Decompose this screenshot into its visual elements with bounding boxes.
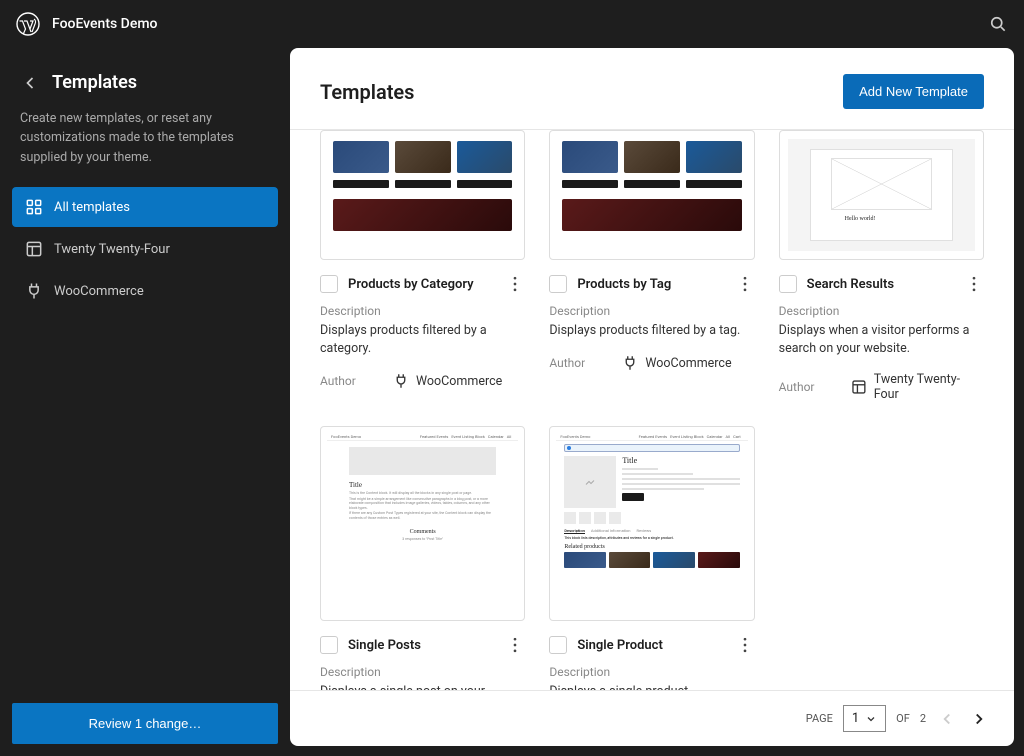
layout-icon (24, 239, 44, 259)
sidebar-item-label: All templates (54, 200, 130, 215)
template-title[interactable]: Single Posts (348, 638, 505, 653)
template-card-products-by-tag: Products by Tag Description Displays pro… (549, 130, 754, 402)
template-card-single-product: FooEvents DemoFeatured EventsEvent Listi… (549, 426, 754, 690)
template-description: Displays a single post on your website u… (320, 683, 525, 690)
description-label: Description (779, 304, 984, 318)
template-author: WooCommerce (621, 354, 731, 372)
template-title[interactable]: Products by Category (348, 277, 505, 292)
template-checkbox[interactable] (779, 275, 797, 293)
review-changes-button[interactable]: Review 1 change… (12, 703, 278, 744)
description-label: Description (320, 304, 525, 318)
template-thumbnail[interactable] (549, 130, 754, 260)
template-title[interactable]: Search Results (807, 277, 964, 292)
template-description: Displays a single product. (549, 683, 754, 690)
page-label: PAGE (806, 712, 833, 725)
of-label: OF (896, 712, 910, 725)
sidebar-item-label: WooCommerce (54, 284, 144, 299)
sidebar: Templates Create new templates, or reset… (0, 48, 290, 756)
sidebar-item-twenty-twenty-four[interactable]: Twenty Twenty-Four (12, 229, 278, 269)
more-icon[interactable] (505, 274, 525, 294)
description-label: Description (549, 304, 754, 318)
sidebar-description: Create new templates, or reset any custo… (12, 109, 278, 187)
topbar: FooEvents Demo (0, 0, 1024, 48)
sidebar-title: Templates (52, 72, 137, 93)
main: Templates Add New Template Pr (290, 48, 1014, 746)
pagination: PAGE 1 OF 2 (290, 690, 1014, 746)
template-card-search-results: Hello world! Search Results Description … (779, 130, 984, 402)
plug-icon (24, 281, 44, 301)
template-author: Twenty Twenty-Four (850, 372, 984, 402)
description-label: Description (320, 665, 525, 679)
template-checkbox[interactable] (549, 275, 567, 293)
sidebar-item-woocommerce[interactable]: WooCommerce (12, 271, 278, 311)
template-thumbnail[interactable]: FooEvents DemoFeatured EventsEvent Listi… (320, 426, 525, 621)
add-new-template-button[interactable]: Add New Template (843, 74, 984, 109)
page-select[interactable]: 1 (843, 705, 886, 732)
prev-page-button[interactable] (936, 708, 958, 730)
template-card-single-posts: FooEvents DemoFeatured EventsEvent Listi… (320, 426, 525, 690)
description-label: Description (549, 665, 754, 679)
template-description: Displays products filtered by a category… (320, 322, 525, 358)
page-title: Templates (320, 80, 414, 104)
more-icon[interactable] (735, 274, 755, 294)
more-icon[interactable] (964, 274, 984, 294)
author-label: Author (549, 356, 621, 370)
template-thumbnail[interactable] (320, 130, 525, 260)
template-checkbox[interactable] (549, 636, 567, 654)
chevron-right-icon (970, 710, 988, 728)
template-title[interactable]: Products by Tag (577, 277, 734, 292)
template-description: Displays when a visitor performs a searc… (779, 322, 984, 358)
site-title: FooEvents Demo (52, 16, 157, 32)
more-icon[interactable] (505, 635, 525, 655)
author-label: Author (320, 374, 392, 388)
template-checkbox[interactable] (320, 636, 338, 654)
template-card-products-by-category: Products by Category Description Display… (320, 130, 525, 402)
plug-icon (392, 372, 410, 390)
next-page-button[interactable] (968, 708, 990, 730)
sidebar-item-label: Twenty Twenty-Four (54, 242, 170, 257)
template-title[interactable]: Single Product (577, 638, 734, 653)
template-author: WooCommerce (392, 372, 502, 390)
template-thumbnail[interactable]: FooEvents DemoFeatured EventsEvent Listi… (549, 426, 754, 621)
search-icon[interactable] (988, 14, 1008, 34)
plug-icon (621, 354, 639, 372)
layout-icon (850, 378, 868, 396)
template-thumbnail[interactable]: Hello world! (779, 130, 984, 260)
template-checkbox[interactable] (320, 275, 338, 293)
sidebar-item-all-templates[interactable]: All templates (12, 187, 278, 227)
template-description: Displays products filtered by a tag. (549, 322, 754, 340)
wordpress-logo (16, 12, 40, 36)
back-icon[interactable] (20, 73, 40, 93)
total-pages: 2 (920, 712, 926, 725)
author-label: Author (779, 380, 850, 394)
grid-icon (24, 197, 44, 217)
more-icon[interactable] (735, 635, 755, 655)
chevron-left-icon (938, 710, 956, 728)
chevron-down-icon (865, 713, 877, 725)
